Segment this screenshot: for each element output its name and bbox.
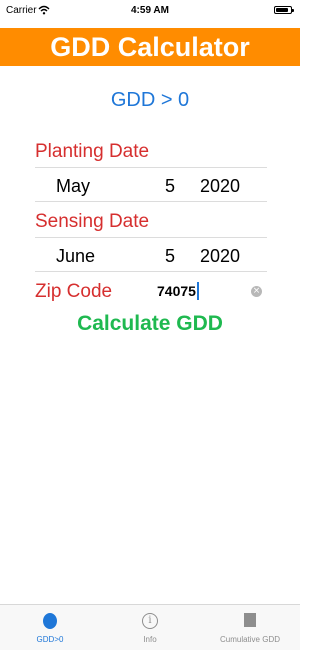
planting-month[interactable]: May [56, 176, 90, 197]
status-bar: Carrier 4:59 AM [0, 0, 300, 24]
status-time: 4:59 AM [131, 5, 169, 16]
info-icon: i [142, 613, 158, 629]
tab-cumulative-gdd[interactable]: Cumulative GDD [200, 605, 300, 650]
sensing-month[interactable]: June [56, 246, 95, 267]
tab-label: GDD>0 [36, 635, 64, 644]
divider [35, 201, 267, 202]
mode-label: GDD > 0 [110, 89, 190, 111]
text-cursor [197, 282, 199, 300]
divider [35, 167, 267, 168]
square-icon [244, 613, 256, 627]
tab-label: Cumulative GDD [219, 635, 280, 644]
zip-code-input[interactable]: 74075 [157, 283, 196, 299]
calculate-button[interactable]: Calculate GDD [0, 312, 300, 336]
battery-icon [274, 6, 294, 14]
tab-info[interactable]: i Info [100, 605, 200, 650]
planting-date-label: Planting Date [35, 141, 150, 162]
planting-year[interactable]: 2020 [200, 176, 240, 197]
tab-gdd[interactable]: GDD>0 [0, 605, 100, 650]
sensing-date-label: Sensing Date [35, 211, 150, 232]
tab-bar: GDD>0 i Info Cumulative GDD [0, 604, 300, 650]
zip-code-label: Zip Code [35, 281, 113, 302]
divider [35, 237, 267, 238]
clear-icon[interactable]: × [251, 286, 262, 297]
sensing-day[interactable]: 5 [165, 246, 175, 267]
title-bar: GDD Calculator [0, 28, 300, 66]
page-title: GDD Calculator [50, 31, 250, 62]
tab-label: Info [143, 635, 157, 644]
sensing-year[interactable]: 2020 [200, 246, 240, 267]
divider [35, 271, 267, 272]
planting-day[interactable]: 5 [165, 176, 175, 197]
circle-icon [43, 613, 57, 629]
